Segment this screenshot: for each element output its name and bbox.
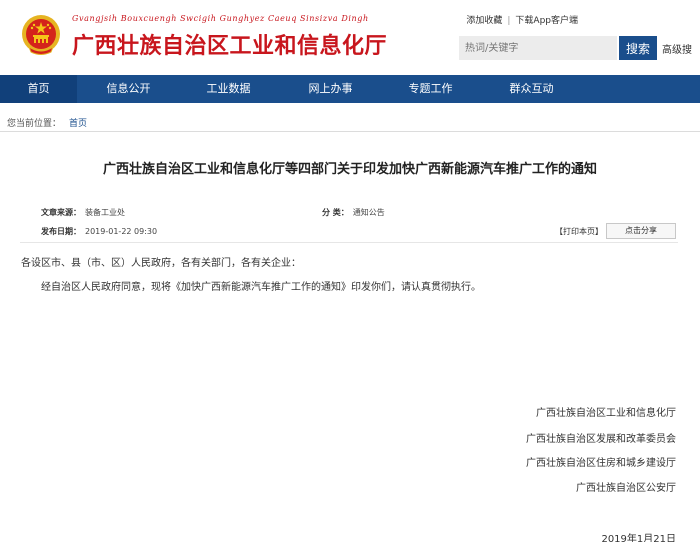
category-value: 通知公告	[352, 208, 385, 217]
link-separator: |	[507, 16, 511, 26]
search-button[interactable]: 搜索	[619, 36, 657, 60]
print-page-link[interactable]: 【打印本页】	[555, 226, 603, 237]
download-app-link[interactable]: 下载App客户端	[515, 16, 578, 26]
nav-item-online-service[interactable]: 网上办事	[292, 75, 369, 103]
main-nav: 首页 信息公开 工业数据 网上办事 专题工作 群众互动	[0, 75, 700, 103]
site-header: Gvangjsih Bouxcuengh Swcigih Gunghyez Ca…	[0, 0, 700, 75]
nav-item-info-public[interactable]: 信息公开	[90, 75, 167, 103]
article-source: 文章来源： 装备工业处	[41, 207, 125, 218]
signatory-industry-dept: 广西壮族自治区工业和信息化厅	[536, 408, 676, 419]
meta-divider	[20, 242, 678, 243]
article-paragraph-body: 经自治区人民政府同意，现将《加快广西新能源汽车推广工作的通知》印发你们，请认真贯…	[41, 282, 481, 293]
signatory-housing-dept: 广西壮族自治区住房和城乡建设厅	[526, 458, 676, 469]
signatory-development-commission: 广西壮族自治区发展和改革委员会	[526, 434, 676, 445]
sign-date: 2019年1月21日	[601, 534, 676, 542]
nav-item-home[interactable]: 首页	[0, 75, 77, 103]
site-subtitle: Gvangjsih Bouxcuengh Swcigih Gunghyez Ca…	[72, 14, 369, 23]
article-date: 发布日期： 2019-01-22 09:30	[41, 226, 157, 237]
nav-item-public-interaction[interactable]: 群众互动	[493, 75, 570, 103]
breadcrumb-label: 您当前位置：	[7, 119, 62, 129]
top-links: 添加收藏 | 下载App客户端	[466, 13, 578, 26]
advanced-search-link[interactable]: 高级搜	[662, 41, 692, 56]
date-value: 2019-01-22 09:30	[85, 227, 158, 236]
source-label: 文章来源：	[41, 208, 81, 217]
site-name: 广西壮族自治区工业和信息化厅	[72, 34, 388, 59]
article-paragraph-salutation: 各设区市、县（市、区）人民政府，各有关部门，各有关企业：	[21, 258, 301, 269]
national-emblem-icon	[22, 15, 60, 55]
breadcrumb: 您当前位置： 首页	[7, 116, 87, 129]
nav-item-special-work[interactable]: 专题工作	[392, 75, 469, 103]
article-category: 分 类： 通知公告	[322, 207, 385, 218]
article-title: 广西壮族自治区工业和信息化厅等四部门关于印发加快广西新能源汽车推广工作的通知	[102, 162, 597, 177]
share-button[interactable]: 点击分享	[606, 223, 676, 239]
source-value: 装备工业处	[85, 208, 125, 217]
category-label: 分 类：	[322, 208, 349, 217]
breadcrumb-divider	[0, 131, 700, 132]
add-favorite-link[interactable]: 添加收藏	[466, 16, 502, 26]
search-input[interactable]	[459, 36, 617, 60]
breadcrumb-home-link[interactable]: 首页	[69, 119, 87, 129]
date-label: 发布日期：	[41, 227, 81, 236]
signatory-public-security-dept: 广西壮族自治区公安厅	[576, 483, 676, 494]
nav-item-industry-data[interactable]: 工业数据	[190, 75, 267, 103]
